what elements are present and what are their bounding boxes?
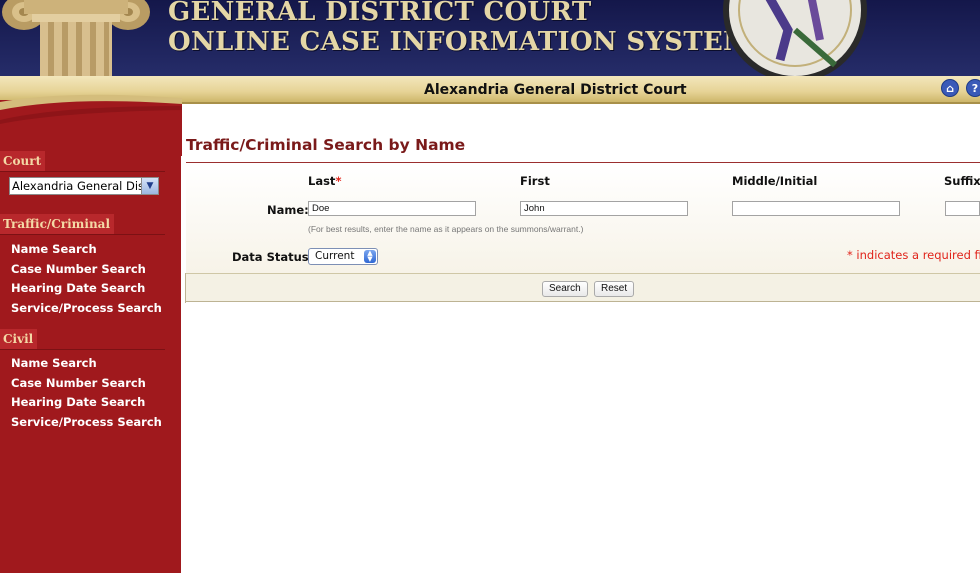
data-status-value: Current [315, 250, 355, 262]
column-capital-logo [2, 0, 150, 78]
sidebar-rule [40, 171, 165, 172]
sidebar-link-traffic-service-process-search[interactable]: Service/Process Search [11, 301, 162, 315]
column-header-first: First [520, 174, 550, 188]
reset-button[interactable]: Reset [594, 281, 635, 297]
sidebar-link-traffic-hearing-date-search[interactable]: Hearing Date Search [11, 281, 145, 295]
sidebar-link-civil-name-search[interactable]: Name Search [11, 356, 97, 370]
banner-title-line2: ONLINE CASE INFORMATION SYSTEM [168, 27, 753, 57]
sidebar-link-traffic-name-search[interactable]: Name Search [11, 242, 97, 256]
first-name-input[interactable]: John [520, 201, 688, 216]
site-banner: GENERAL DISTRICT COURT ONLINE CASE INFOR… [0, 0, 980, 78]
sidebar-link-traffic-case-number-search[interactable]: Case Number Search [11, 262, 146, 276]
suffix-input[interactable] [945, 201, 980, 216]
name-entry-hint: (For best results, enter the name as it … [308, 224, 584, 234]
form-left-border [185, 273, 186, 303]
court-name: Alexandria General District Court [424, 82, 687, 98]
column-header-middle: Middle/Initial [732, 174, 818, 188]
page-title: Traffic/Criminal Search by Name [186, 136, 466, 154]
data-status-label: Data Status: [232, 250, 314, 264]
sidebar-link-civil-case-number-search[interactable]: Case Number Search [11, 376, 146, 390]
required-field-note: * indicates a required field [847, 248, 980, 262]
sidebar-tab-traffic-criminal: Traffic/Criminal [0, 214, 114, 235]
column-header-last-label: Last [308, 174, 336, 188]
last-name-input[interactable]: Doe [308, 201, 476, 216]
sidebar-rule [34, 349, 165, 350]
banner-title-line1: GENERAL DISTRICT COURT [168, 0, 592, 27]
middle-initial-input[interactable] [732, 201, 900, 216]
data-status-select[interactable]: Current ▲ ▼ [308, 248, 378, 265]
sidebar-link-civil-hearing-date-search[interactable]: Hearing Date Search [11, 395, 145, 409]
sidebar-link-civil-service-process-search[interactable]: Service/Process Search [11, 415, 162, 429]
column-header-suffix: Suffix [944, 174, 980, 188]
home-icon[interactable]: ⌂ [941, 79, 959, 97]
court-select-value: Alexandria General District Court [12, 179, 158, 193]
help-icon[interactable]: ? [966, 79, 980, 97]
column-header-last: Last* [308, 174, 341, 188]
sidebar-tab-court: Court [0, 151, 46, 172]
sidebar-tab-civil: Civil [0, 329, 38, 350]
sidebar-curve-decoration [0, 94, 182, 156]
chevron-down-icon[interactable]: ▼ [141, 178, 158, 194]
required-asterisk: * [335, 174, 342, 188]
title-divider [186, 162, 980, 163]
select-updown-icon[interactable]: ▲ ▼ [364, 250, 376, 263]
virginia-seal-image [723, 0, 867, 78]
sidebar-rule [102, 234, 165, 235]
court-select[interactable]: Alexandria General District Court ▼ [9, 177, 159, 195]
name-label: Name: [267, 203, 309, 217]
search-button[interactable]: Search [542, 281, 588, 297]
